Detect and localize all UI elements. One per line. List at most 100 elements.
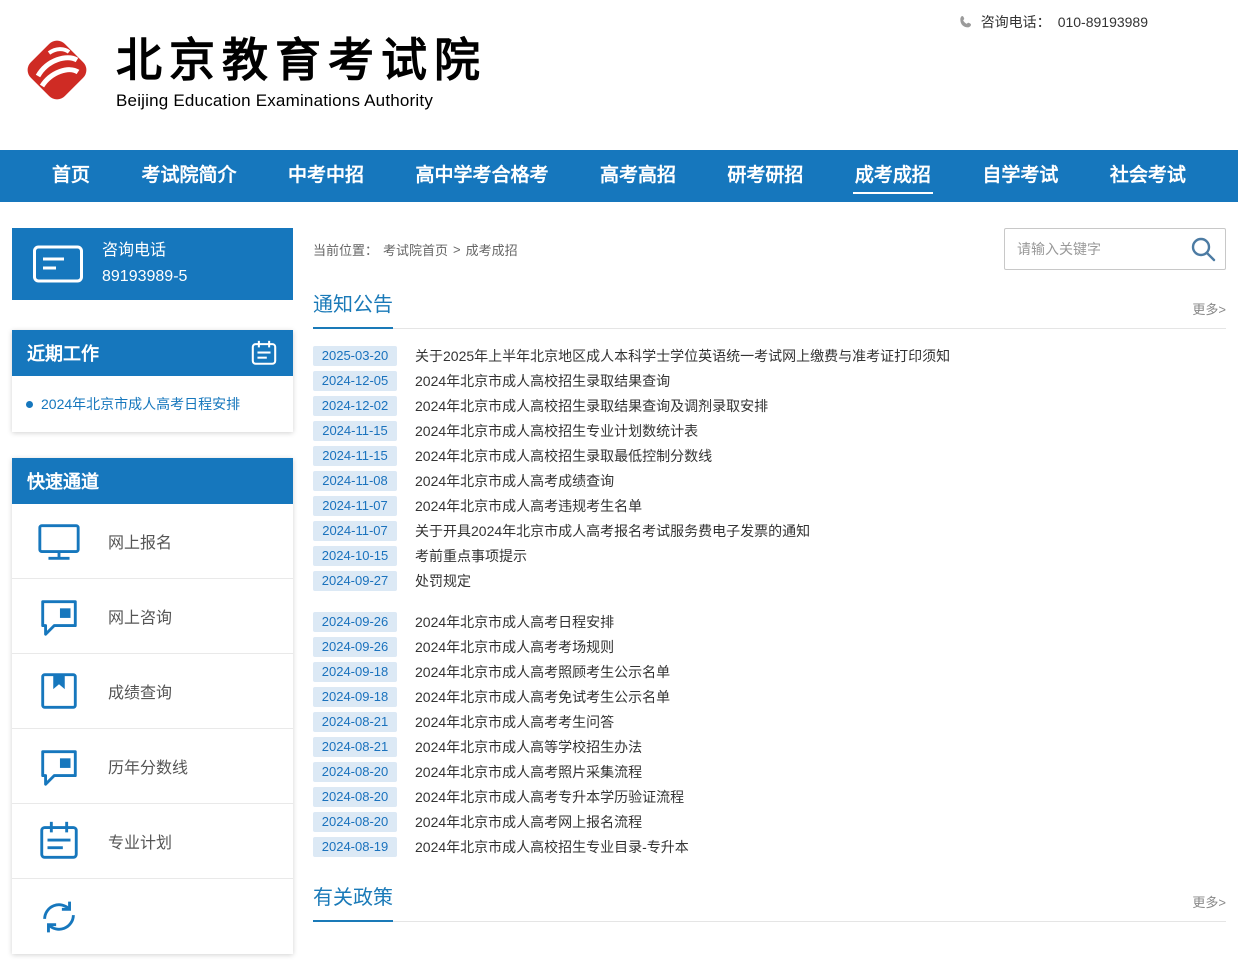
notice-row: 2024-08-20 2024年北京市成人高考照片采集流程 (313, 759, 1226, 784)
notice-date: 2024-09-18 (313, 662, 397, 682)
notice-link[interactable]: 2024年北京市成人高考专升本学历验证流程 (415, 787, 684, 807)
quick-channel-item[interactable]: 历年分数线 (12, 729, 293, 804)
quick-channel-label: 成绩查询 (108, 679, 172, 703)
recent-work-box: 近期工作 2024年北京市成人高考日程安排 (12, 330, 293, 432)
nav-item-4[interactable]: 高中学考合格考 (409, 150, 554, 202)
notice-date: 2024-12-05 (313, 371, 397, 391)
notice-row: 2024-11-07 2024年北京市成人高考违规考生名单 (313, 493, 1226, 518)
nav-item-1[interactable]: 首页 (46, 150, 96, 202)
nav-item-3[interactable]: 中考中招 (282, 150, 370, 202)
notice-link[interactable]: 2024年北京市成人高考免试考生公示名单 (415, 687, 670, 707)
notice-date: 2024-08-20 (313, 787, 397, 807)
notice-link[interactable]: 2024年北京市成人高校招生专业目录-专升本 (415, 837, 689, 857)
quick-channel-item[interactable]: 网上咨询 (12, 579, 293, 654)
quick-channel-label: 专业计划 (108, 829, 172, 853)
notice-date: 2025-03-20 (313, 346, 397, 366)
brand: 北京教育考试院 Beijing Education Examinations A… (14, 26, 487, 119)
breadcrumb-home-link[interactable]: 考试院首页 (383, 240, 448, 259)
notice-row: 2024-11-07 关于开具2024年北京市成人高考报名考试服务费电子发票的通知 (313, 518, 1226, 543)
notice-link[interactable]: 2024年北京市成人高等学校招生办法 (415, 737, 642, 757)
quick-channel-header: 快速通道 (12, 458, 293, 504)
quick-channel-item[interactable]: 专业计划 (12, 804, 293, 879)
search-button[interactable] (1181, 229, 1225, 269)
notice-link[interactable]: 关于开具2024年北京市成人高考报名考试服务费电子发票的通知 (415, 521, 810, 541)
quick-channel-item[interactable] (12, 879, 293, 954)
notice-link[interactable]: 处罚规定 (415, 571, 471, 591)
brand-text: 北京教育考试院 Beijing Education Examinations A… (116, 34, 487, 111)
recent-work-list: 2024年北京市成人高考日程安排 (12, 376, 293, 432)
notice-link[interactable]: 2024年北京市成人高考照片采集流程 (415, 762, 642, 782)
notice-row: 2024-08-20 2024年北京市成人高考网上报名流程 (313, 809, 1226, 834)
notice-link[interactable]: 2024年北京市成人高校招生专业计划数统计表 (415, 421, 698, 441)
notice-group-2: 2024-09-262024年北京市成人高考日程安排2024-09-262024… (313, 609, 1226, 859)
notice-date: 2024-11-07 (313, 521, 397, 541)
notice-link[interactable]: 2024年北京市成人高校招生录取结果查询 (415, 371, 670, 391)
quick-channel-item[interactable]: 成绩查询 (12, 654, 293, 729)
notice-date: 2024-09-26 (313, 637, 397, 657)
notice-date: 2024-08-19 (313, 837, 397, 857)
notice-link[interactable]: 考前重点事项提示 (415, 546, 527, 566)
notice-row: 2024-11-15 2024年北京市成人高校招生专业计划数统计表 (313, 418, 1226, 443)
sidebar-phone-card: 咨询电话 89193989-5 (12, 228, 293, 300)
sidebar: 咨询电话 89193989-5 近期工作 2024年北京市成人高考日程安排 (12, 228, 293, 980)
policies-title: 有关政策 (313, 881, 393, 922)
site-title: 北京教育考试院 (116, 34, 487, 87)
notice-link[interactable]: 2024年北京市成人高校招生录取最低控制分数线 (415, 446, 712, 466)
nav-item-9[interactable]: 社会考试 (1104, 150, 1192, 202)
notice-row: 2024-09-26 2024年北京市成人高考日程安排 (313, 609, 1226, 634)
recent-work-title: 近期工作 (27, 340, 99, 366)
notice-row: 2024-08-212024年北京市成人高等学校招生办法 (313, 734, 1226, 759)
policies-section: 有关政策 更多> (313, 881, 1226, 922)
recent-work-header: 近期工作 (12, 330, 293, 376)
notice-group-1: 2025-03-20 关于2025年上半年北京地区成人本科学士学位英语统一考试网上… (313, 343, 1226, 593)
notice-link[interactable]: 2024年北京市成人高考日程安排 (415, 612, 614, 632)
notice-link[interactable]: 关于2025年上半年北京地区成人本科学士学位英语统一考试网上缴费与准考证打印须知 (415, 346, 950, 366)
notices-section: 通知公告 更多> 2025-03-20 关于2025年上半年北京地区成人本科学士学… (313, 288, 1226, 859)
recent-work-link[interactable]: 2024年北京市成人高考日程安排 (41, 394, 240, 414)
phone-card-line1: 咨询电话 (102, 238, 187, 264)
notice-date: 2024-08-20 (313, 762, 397, 782)
quick-channel-title: 快速通道 (27, 468, 99, 494)
notice-date: 2024-09-18 (313, 687, 397, 707)
breadcrumb: 当前位置： 考试院首页 > 成考成招 (313, 240, 518, 259)
notice-link[interactable]: 2024年北京市成人高考网上报名流程 (415, 812, 642, 832)
notice-date: 2024-09-27 (313, 571, 397, 591)
notice-row: 2024-08-20 2024年北京市成人高考专升本学历验证流程 (313, 784, 1226, 809)
notice-link[interactable]: 2024年北京市成人高考考场规则 (415, 637, 614, 657)
notices-section-header: 通知公告 更多> (313, 288, 1226, 329)
notice-link[interactable]: 2024年北京市成人高校招生录取结果查询及调剂录取安排 (415, 396, 768, 416)
notice-link[interactable]: 2024年北京市成人高考考生问答 (415, 712, 614, 732)
nav-item-6[interactable]: 研考研招 (721, 150, 809, 202)
nav-item-7[interactable]: 成考成招 (849, 150, 937, 202)
notice-date: 2024-11-15 (313, 421, 397, 441)
notices-more-link[interactable]: 更多> (1192, 299, 1226, 328)
phone-icon (958, 14, 974, 30)
chat-bubble-icon (36, 743, 82, 789)
notice-link[interactable]: 2024年北京市成人高考违规考生名单 (415, 496, 642, 516)
nav-item-5[interactable]: 高考高招 (594, 150, 682, 202)
search-box (1004, 228, 1226, 270)
notice-date: 2024-08-20 (313, 812, 397, 832)
notice-row: 2024-09-18 2024年北京市成人高考照顾考生公示名单 (313, 659, 1226, 684)
quick-channel-item[interactable]: 网上报名 (12, 504, 293, 579)
search-input[interactable] (1005, 241, 1181, 257)
content: 咨询电话 89193989-5 近期工作 2024年北京市成人高考日程安排 (0, 202, 1238, 980)
contact-card-icon (32, 243, 84, 285)
bullet-dot (26, 401, 33, 408)
notice-row: 2024-09-18 2024年北京市成人高考免试考生公示名单 (313, 684, 1226, 709)
quick-channel-label: 历年分数线 (108, 754, 188, 778)
nav-item-2[interactable]: 考试院简介 (135, 150, 242, 202)
hotline-label: 咨询电话： (981, 12, 1051, 32)
breadcrumb-current[interactable]: 成考成招 (466, 240, 518, 259)
notice-date: 2024-11-07 (313, 496, 397, 516)
notices-title: 通知公告 (313, 288, 393, 329)
nav-item-8[interactable]: 自学考试 (976, 150, 1064, 202)
breadcrumb-label: 当前位置： (313, 240, 378, 259)
notice-date: 2024-09-26 (313, 612, 397, 632)
main-nav: 首页考试院简介中考中招高中学考合格考高考高招研考研招成考成招自学考试社会考试 (0, 150, 1238, 202)
notice-link[interactable]: 2024年北京市成人高考照顾考生公示名单 (415, 662, 670, 682)
notice-link[interactable]: 2024年北京市成人高考成绩查询 (415, 471, 614, 491)
breadcrumb-search-row: 当前位置： 考试院首页 > 成考成招 (313, 228, 1226, 270)
sync-arrows-icon (36, 894, 82, 940)
notice-row: 2024-11-082024年北京市成人高考成绩查询 (313, 468, 1226, 493)
